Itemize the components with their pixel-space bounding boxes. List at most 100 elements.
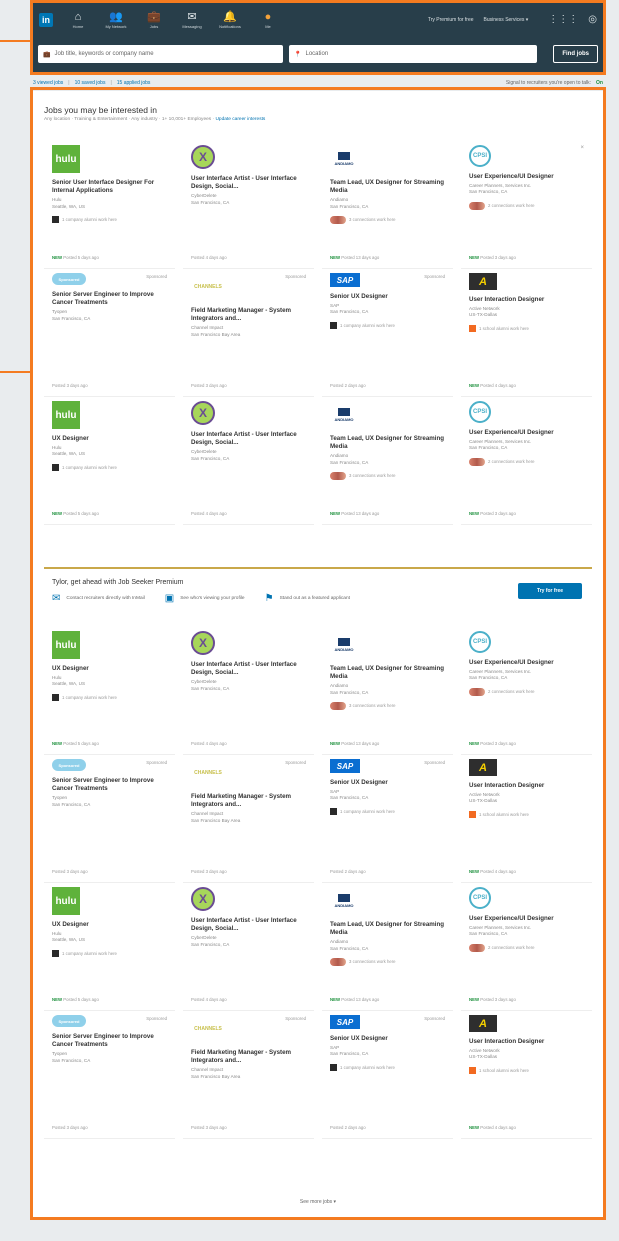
saved-jobs-link[interactable]: 10 saved jobs xyxy=(75,80,106,86)
job-card[interactable]: A User Interaction Designer Active Network… xyxy=(461,755,592,883)
job-card[interactable]: hulu UX Designer Hulu Seattle, WA, US 1 comp… xyxy=(44,397,175,525)
nav-messaging[interactable]: ✉ Messaging xyxy=(173,11,211,29)
connection-info: 1 company alumni work here xyxy=(52,463,167,471)
job-card[interactable]: Sponsored SAP Senior UX Designer SAP San Fra… xyxy=(322,755,453,883)
connection-icon xyxy=(469,810,476,818)
job-title[interactable]: Team Lead, UX Designer for Streaming Med… xyxy=(330,179,445,195)
job-card[interactable]: X User Interface Artist - User Interface … xyxy=(183,883,314,1011)
try-premium-link[interactable]: Try Premium for free xyxy=(428,17,474,23)
job-title[interactable]: User Interface Artist - User Interface D… xyxy=(191,661,306,677)
connection-info: 1 company alumni work here xyxy=(52,693,167,701)
nav-notifications[interactable]: 🔔 Notifications xyxy=(211,11,249,29)
job-title[interactable]: UX Designer xyxy=(52,435,167,443)
job-title[interactable]: Field Marketing Manager - System Integra… xyxy=(191,307,306,323)
job-title[interactable]: UX Designer xyxy=(52,665,167,673)
nav-home[interactable]: ⌂ Home xyxy=(59,11,97,29)
job-card[interactable]: X User Interface Artist - User Interface … xyxy=(183,627,314,755)
premium-title: Tylor, get ahead with Job Seeker Premium xyxy=(52,579,184,586)
job-card[interactable]: Sponsored SAP Senior UX Designer SAP San Fra… xyxy=(322,1011,453,1139)
job-card[interactable]: X User Interface Artist - User Interface … xyxy=(183,397,314,525)
job-card[interactable]: ANDIAMO Team Lead, UX Designer for Stream… xyxy=(322,141,453,269)
job-card[interactable]: hulu Senior User Interface Designer For I… xyxy=(44,141,175,269)
sponsored-label: Sponsored xyxy=(146,760,167,765)
settings-icon[interactable]: ◎ xyxy=(588,14,597,25)
nav-my-network[interactable]: 👥 My Network xyxy=(97,11,135,29)
job-posted-info: NEW Posted 13 days ago xyxy=(330,997,380,1002)
location-input[interactable]: 📍 Location xyxy=(289,45,537,63)
job-card[interactable]: Sponsored Sponsored Senior Server Engineer… xyxy=(44,755,175,883)
job-title[interactable]: User Interface Artist - User Interface D… xyxy=(191,917,306,933)
job-title[interactable]: Senior UX Designer xyxy=(330,293,445,301)
find-jobs-button[interactable]: Find jobs xyxy=(553,45,598,63)
company-logo: ANDIAMO xyxy=(330,887,358,915)
briefcase-icon: 💼 xyxy=(147,10,161,23)
job-title[interactable]: User Experience/UI Designer xyxy=(469,659,584,667)
job-title[interactable]: Team Lead, UX Designer for Streaming Med… xyxy=(330,921,445,937)
avatar-icon: ● xyxy=(264,10,272,23)
job-card[interactable]: Sponsored Sponsored Senior Server Engineer… xyxy=(44,269,175,397)
job-card[interactable]: A User Interaction Designer Active Network… xyxy=(461,1011,592,1139)
job-title[interactable]: User Experience/UI Designer xyxy=(469,173,584,181)
nav-jobs[interactable]: 💼 Jobs xyxy=(135,11,173,29)
job-title[interactable]: Senior UX Designer xyxy=(330,1035,445,1043)
job-title[interactable]: User Experience/UI Designer xyxy=(469,429,584,437)
job-card[interactable]: hulu UX Designer Hulu Seattle, WA, US 1 comp… xyxy=(44,627,175,755)
job-card[interactable]: hulu UX Designer Hulu Seattle, WA, US 1 comp… xyxy=(44,883,175,1011)
dismiss-icon[interactable]: × xyxy=(580,145,584,151)
connection-icon xyxy=(469,457,485,466)
company-logo: A xyxy=(469,273,497,290)
business-services-menu[interactable]: Business Services ▾ xyxy=(484,17,529,23)
job-card[interactable]: ANDIAMO Team Lead, UX Designer for Stream… xyxy=(322,883,453,1011)
job-title[interactable]: User Interaction Designer xyxy=(469,782,584,790)
viewed-jobs-link[interactable]: 3 viewed jobs xyxy=(33,80,63,86)
keywords-input[interactable]: 💼 Job title, keywords or company name xyxy=(38,45,283,63)
job-card[interactable]: ANDIAMO Team Lead, UX Designer for Stream… xyxy=(322,627,453,755)
job-title[interactable]: Senior UX Designer xyxy=(330,779,445,787)
update-career-interests-link[interactable]: Update career interests xyxy=(215,117,265,122)
job-title[interactable]: User Interaction Designer xyxy=(469,1038,584,1046)
job-title[interactable]: UX Designer xyxy=(52,921,167,929)
see-more-jobs-button[interactable]: See more jobs ▾ xyxy=(33,1199,603,1205)
job-card[interactable]: CPSI User Experience/UI Designer Career Pl… xyxy=(461,397,592,525)
job-card[interactable]: X User Interface Artist - User Interface … xyxy=(183,141,314,269)
try-premium-button[interactable]: Try for free xyxy=(518,583,582,599)
job-title[interactable]: Senior Server Engineer to Improve Cancer… xyxy=(52,1033,167,1049)
job-title[interactable]: Team Lead, UX Designer for Streaming Med… xyxy=(330,665,445,681)
job-title[interactable]: User Interface Artist - User Interface D… xyxy=(191,175,306,191)
job-location: San Francisco, CA xyxy=(330,945,369,951)
job-title[interactable]: Team Lead, UX Designer for Streaming Med… xyxy=(330,435,445,451)
connection-icon xyxy=(52,693,59,701)
job-card[interactable]: A User Interaction Designer Active Network… xyxy=(461,269,592,397)
job-posted-info: NEW Posted 13 days ago xyxy=(330,741,380,746)
nav-me[interactable]: ● Me xyxy=(249,11,287,29)
job-card[interactable]: CPSI User Experience/UI Designer Career Pl… xyxy=(461,627,592,755)
job-title[interactable]: Senior Server Engineer to Improve Cancer… xyxy=(52,291,167,307)
job-title[interactable]: User Interaction Designer xyxy=(469,296,584,304)
job-posted-info: Posted 3 days ago xyxy=(191,383,227,388)
job-card[interactable]: Sponsored Sponsored Senior Server Engineer… xyxy=(44,1011,175,1139)
job-location: San Francisco Bay Area xyxy=(191,817,241,823)
job-card[interactable]: Sponsored SAP Senior UX Designer SAP San Fra… xyxy=(322,269,453,397)
job-card[interactable]: Sponsored CHANNELS Field Marketing Manager… xyxy=(183,269,314,397)
job-card[interactable]: × CPSI User Experience/UI Designer Career P… xyxy=(461,141,592,269)
job-title[interactable]: User Interface Artist - User Interface D… xyxy=(191,431,306,447)
job-title[interactable]: User Experience/UI Designer xyxy=(469,915,584,923)
job-title[interactable]: Senior User Interface Designer For Inter… xyxy=(52,179,167,195)
linkedin-logo[interactable]: in xyxy=(39,12,53,27)
messaging-icon: ✉ xyxy=(187,10,197,23)
job-posted-info: NEW Posted 5 days ago xyxy=(52,741,99,746)
job-card[interactable]: Sponsored CHANNELS Field Marketing Manager… xyxy=(183,1011,314,1139)
job-location: US-TX-Dallas xyxy=(469,798,498,804)
job-card[interactable]: ANDIAMO Team Lead, UX Designer for Stream… xyxy=(322,397,453,525)
job-location: San Francisco, CA xyxy=(469,931,508,937)
job-card[interactable]: CPSI User Experience/UI Designer Career Pl… xyxy=(461,883,592,1011)
job-title[interactable]: Field Marketing Manager - System Integra… xyxy=(191,1049,306,1065)
applied-jobs-link[interactable]: 15 applied jobs xyxy=(117,80,151,86)
job-title[interactable]: Senior Server Engineer to Improve Cancer… xyxy=(52,777,167,793)
job-title[interactable]: Field Marketing Manager - System Integra… xyxy=(191,793,306,809)
job-card[interactable]: Sponsored CHANNELS Field Marketing Manager… xyxy=(183,755,314,883)
recruiter-signal-toggle[interactable]: On xyxy=(596,80,603,86)
company-logo: ANDIAMO xyxy=(330,631,358,659)
job-posted-info: NEW Posted 13 days ago xyxy=(330,511,380,516)
apps-grid-icon[interactable]: ⋮⋮⋮ xyxy=(548,14,578,25)
